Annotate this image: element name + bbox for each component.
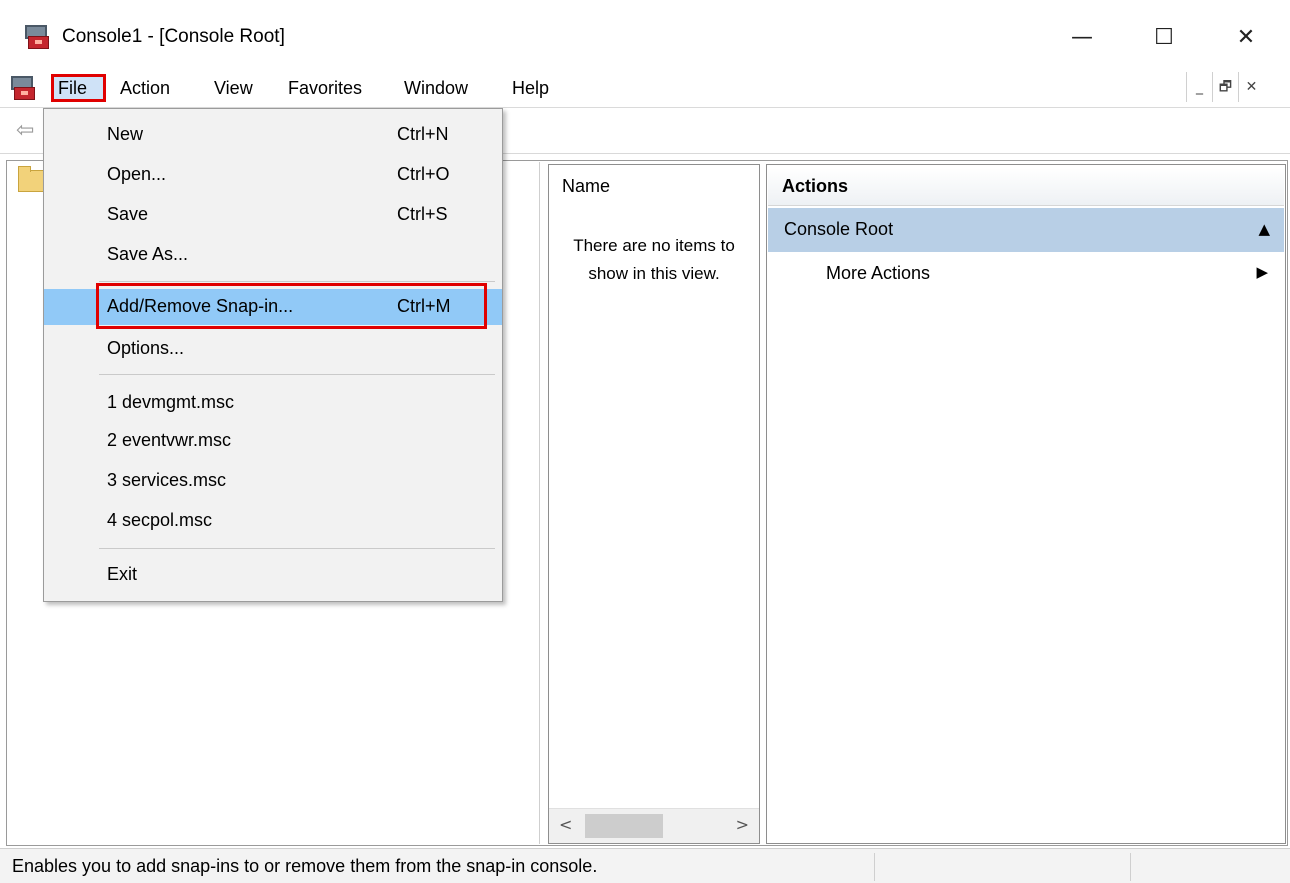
menu-item-label: Save — [107, 204, 149, 224]
menu-separator — [99, 374, 495, 375]
menu-item-recent-4[interactable]: 4 secpol.msc — [44, 503, 502, 539]
menu-item-save[interactable]: Save Ctrl+S — [44, 197, 502, 233]
menu-item-recent-3[interactable]: 3 services.msc — [44, 463, 502, 499]
menu-item-exit[interactable]: Exit — [44, 557, 502, 593]
window-title: Console1 - [Console Root] — [62, 26, 285, 47]
menu-item-label: Options... — [107, 338, 185, 358]
menu-item-options[interactable]: Options... — [44, 331, 502, 367]
menu-view[interactable]: View — [210, 74, 257, 102]
scroll-right-icon[interactable]: > — [736, 815, 749, 834]
menu-item-label: 2 eventvwr.msc — [107, 430, 232, 450]
menu-separator — [99, 548, 495, 549]
menu-window[interactable]: Window — [400, 74, 472, 102]
minimize-button[interactable]: — — [1062, 18, 1102, 58]
child-minimize-button[interactable]: _ — [1186, 72, 1212, 102]
back-arrow-icon[interactable]: ⇦ — [16, 118, 34, 143]
actions-header: Actions — [768, 168, 1284, 206]
name-column-header[interactable]: Name — [562, 176, 610, 197]
menu-item-save-as[interactable]: Save As... — [44, 237, 502, 273]
menu-item-new[interactable]: New Ctrl+N — [44, 117, 502, 153]
menu-item-shortcut: Ctrl+O — [397, 164, 450, 184]
more-actions-label: More Actions — [826, 263, 931, 283]
menu-item-shortcut: Ctrl+N — [397, 124, 449, 144]
menu-item-label: Open... — [107, 164, 167, 184]
menu-bar: File Action View Favorites Window Help — [0, 68, 1290, 108]
child-close-button[interactable]: ✕ — [1238, 72, 1264, 102]
title-bar: Console1 - [Console Root] — ☐ ✕ — [0, 0, 1290, 68]
actions-section-console-root[interactable]: Console Root ▲ — [768, 208, 1284, 252]
mmc-app-icon[interactable] — [24, 24, 50, 50]
scroll-thumb[interactable] — [585, 814, 663, 838]
menu-favorites[interactable]: Favorites — [284, 74, 366, 102]
status-separator — [1130, 853, 1131, 881]
menu-help[interactable]: Help — [508, 74, 553, 102]
empty-message-line-2: show in this view. — [588, 264, 720, 283]
child-restore-button[interactable]: 🗗 — [1212, 72, 1238, 102]
menu-item-label: Save As... — [107, 244, 189, 264]
menu-action[interactable]: Action — [116, 74, 174, 102]
menu-item-label: 4 secpol.msc — [107, 510, 213, 530]
status-separator — [874, 853, 875, 881]
annotation-highlight-box — [96, 283, 487, 329]
empty-message-line-1: There are no items to — [573, 236, 735, 255]
empty-view-message: There are no items to show in this view. — [550, 232, 758, 288]
console-menu-icon[interactable] — [10, 75, 36, 101]
folder-icon[interactable] — [18, 166, 44, 192]
menu-item-shortcut: Ctrl+S — [397, 204, 448, 224]
menu-separator — [99, 281, 495, 282]
menu-item-label: New — [107, 124, 144, 144]
more-actions-item[interactable]: More Actions ▶ — [768, 254, 1284, 294]
status-bar: Enables you to add snap-ins to or remove… — [0, 848, 1290, 883]
section-label: Console Root — [784, 219, 894, 239]
menu-item-label: 1 devmgmt.msc — [107, 392, 235, 412]
menu-item-label: Exit — [107, 564, 138, 584]
menu-item-open[interactable]: Open... Ctrl+O — [44, 157, 502, 193]
menu-item-label: 3 services.msc — [107, 470, 227, 490]
maximize-button[interactable]: ☐ — [1144, 18, 1184, 58]
status-text: Enables you to add snap-ins to or remove… — [12, 856, 598, 876]
collapse-triangle-icon[interactable]: ▲ — [1258, 220, 1270, 238]
horizontal-scrollbar[interactable]: < > — [549, 808, 759, 843]
actions-header-label: Actions — [782, 176, 849, 196]
submenu-arrow-icon: ▶ — [1256, 263, 1268, 281]
menu-item-recent-2[interactable]: 2 eventvwr.msc — [44, 423, 502, 459]
menu-file[interactable]: File — [51, 74, 106, 102]
scroll-left-icon[interactable]: < — [559, 815, 572, 834]
file-menu-dropdown: New Ctrl+N Open... Ctrl+O Save Ctrl+S Sa… — [43, 108, 503, 602]
close-button[interactable]: ✕ — [1226, 18, 1266, 58]
menu-item-recent-1[interactable]: 1 devmgmt.msc — [44, 385, 502, 421]
